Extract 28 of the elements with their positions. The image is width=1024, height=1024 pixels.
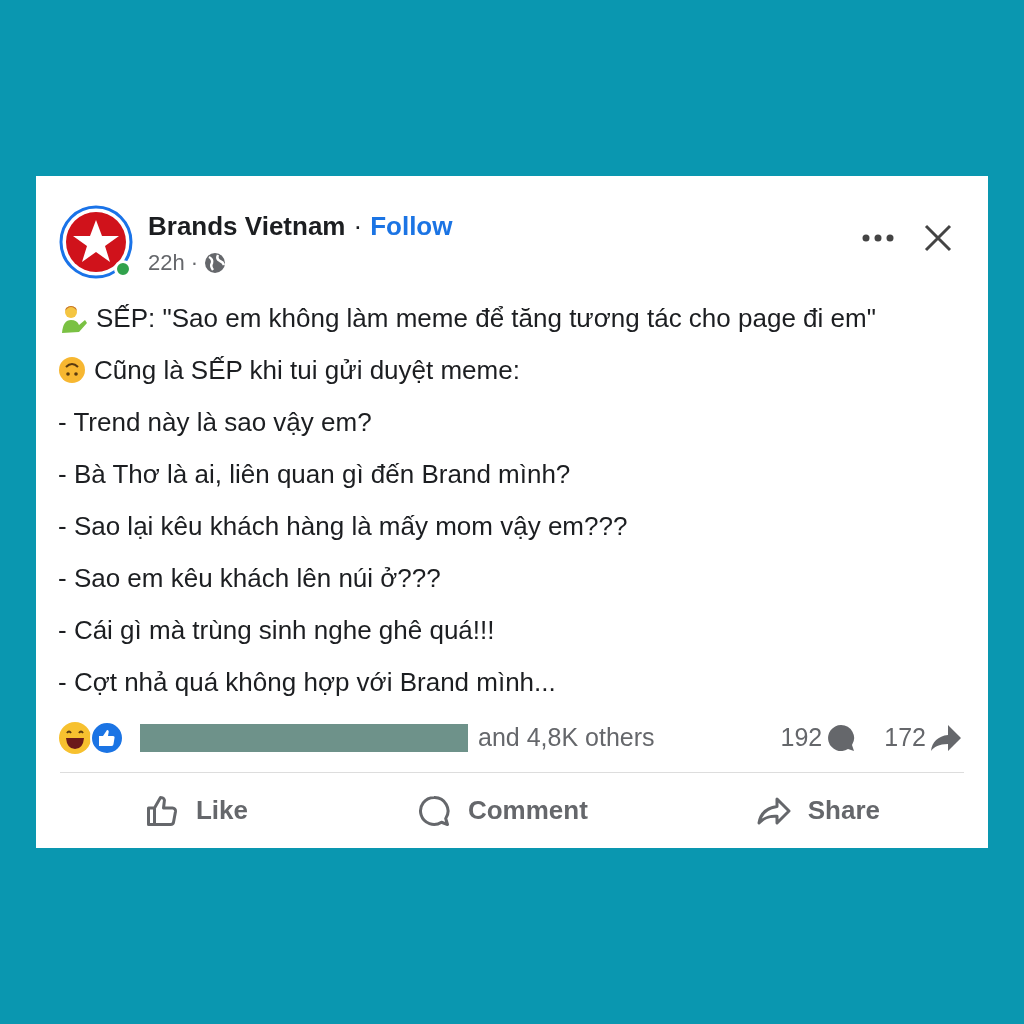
like-reaction-icon <box>90 721 124 755</box>
like-button[interactable]: Like <box>127 787 264 834</box>
post-text-line: - Trend này là sao vậy em? <box>58 406 372 439</box>
more-icon[interactable] <box>862 234 894 242</box>
post-text-line: Cũng là SẾP khi tui gửi duyệt meme: <box>94 354 520 387</box>
laughing-emoji-icon <box>58 721 92 755</box>
reactions-count[interactable]: and 4,8K others <box>478 719 655 757</box>
globe-icon <box>204 251 227 274</box>
speech-bubble-icon <box>826 723 857 753</box>
post-text-line: - Cợt nhả quá không hợp với Brand mình... <box>58 666 556 699</box>
separator: · <box>190 249 199 277</box>
comment-count[interactable]: 192 <box>780 719 823 757</box>
author-name[interactable]: Brands Vietnam <box>148 208 346 244</box>
post-text-line: - Cái gì mà trùng sinh nghe ghê quá!!! <box>58 614 495 647</box>
share-count[interactable]: 172 <box>884 719 926 757</box>
comment-button[interactable]: Comment <box>399 787 604 834</box>
post-text-line: - Sao lại kêu khách hàng là mấy mom vậy em??? <box>58 510 628 543</box>
upside-down-face-icon <box>58 356 86 384</box>
share-button[interactable]: Share <box>739 787 896 834</box>
post-text-line: - Bà Thơ là ai, liên quan gì đến Brand mình? <box>58 458 571 491</box>
separator: · <box>353 210 363 243</box>
post-time[interactable]: 22h <box>148 246 185 279</box>
post-text-line: - Sao em kêu khách lên núi ở??? <box>58 562 441 595</box>
star-logo-icon[interactable] <box>58 204 134 280</box>
post-text-line: SẾP: "Sao em không làm meme để tăng tương tác cho page đi em" <box>96 302 876 335</box>
share-arrow-icon <box>930 723 962 753</box>
close-icon[interactable] <box>924 224 952 252</box>
follow-link[interactable]: Follow <box>370 208 453 244</box>
